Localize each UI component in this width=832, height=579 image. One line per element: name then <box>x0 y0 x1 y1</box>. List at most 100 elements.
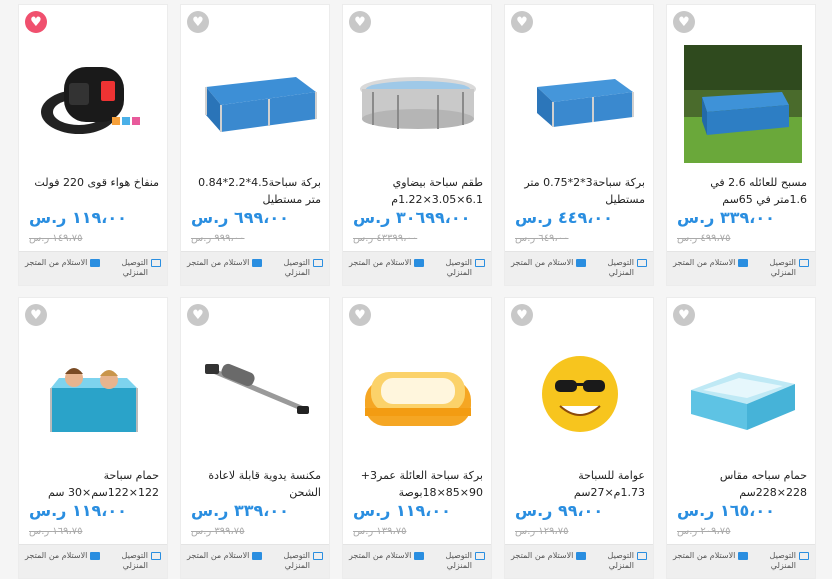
product-title[interactable]: عوامة للسباحة 1.73م×27سم <box>513 467 645 501</box>
product-price: ١٦٥،٠٠ ر.س <box>677 501 775 520</box>
product-image-oval-pool[interactable] <box>353 37 483 165</box>
pickup-option: الاستلام من المتجر <box>673 258 749 268</box>
truck-icon <box>313 259 323 267</box>
product-image-rect-pool[interactable] <box>515 37 645 165</box>
favorite-heart-icon[interactable]: ♥ <box>187 304 209 326</box>
product-price: ٦٩٩،٠٠ ر.س <box>191 208 289 227</box>
delivery-option: التوصيل المنزلي <box>589 551 647 571</box>
product-title[interactable]: طقم سباحة بيضاوي 6.1×3.05×1.22م <box>351 174 483 208</box>
pickup-label: الاستلام من المتجر <box>673 258 736 267</box>
favorite-heart-icon[interactable]: ♥ <box>673 11 695 33</box>
truck-icon <box>475 552 485 560</box>
delivery-label: التوصيل المنزلي <box>445 258 472 277</box>
delivery-label: التوصيل المنزلي <box>607 551 634 570</box>
product-old-price: ٦٤٩،٠٠ ر.س <box>515 233 569 244</box>
pickup-option: الاستلام من المتجر <box>511 258 587 268</box>
pickup-label: الاستلام من المتجر <box>187 551 250 560</box>
delivery-label: التوصيل المنزلي <box>769 551 796 570</box>
product-title[interactable]: مكنسة يدوية قابلة لاعادة الشحن <box>189 467 321 501</box>
product-old-price: ٣٩٩،٧٥ ر.س <box>191 526 245 537</box>
product-title[interactable]: بركة سباحة العائلة عمر3+ 90×85×18بوصة <box>351 467 483 501</box>
favorite-heart-icon[interactable]: ♥ <box>349 304 371 326</box>
delivery-label: التوصيل المنزلي <box>283 258 310 277</box>
product-image-air-pump[interactable] <box>29 37 159 165</box>
delivery-label: التوصيل المنزلي <box>121 551 148 570</box>
product-image-square-pool[interactable] <box>677 330 807 458</box>
pickup-label: الاستلام من المتجر <box>349 258 412 267</box>
product-card[interactable]: ♥ بركة سباحة3*2*0.75 متر مستطيل ٤٤٩،٠٠ ر… <box>504 4 654 286</box>
product-card[interactable]: ♥ بركة سباحة4.5*2.2*0.84 متر مستطيل ٦٩٩،… <box>180 4 330 286</box>
store-icon <box>90 259 101 267</box>
delivery-option: التوصيل المنزلي <box>103 258 161 278</box>
pickup-label: الاستلام من المتجر <box>511 258 574 267</box>
pickup-label: الاستلام من المتجر <box>187 258 250 267</box>
pickup-option: الاستلام من المتجر <box>187 258 263 268</box>
pickup-option: الاستلام من المتجر <box>511 551 587 561</box>
pickup-option: الاستلام من المتجر <box>673 551 749 561</box>
delivery-option: التوصيل المنزلي <box>103 551 161 571</box>
product-price: ٤٤٩،٠٠ ر.س <box>515 208 613 227</box>
favorite-heart-icon[interactable]: ♥ <box>25 304 47 326</box>
product-title[interactable]: حمام سباحة 122×122سم×30 سم الوان متنوعة <box>27 467 159 501</box>
product-card[interactable]: ♥ عوامة للسباحة 1.73م×27سم ٩٩،٠٠ ر.س ١٢٩… <box>504 297 654 579</box>
store-icon <box>252 552 263 560</box>
fulfillment-options: التوصيل المنزلي الاستلام من المتجر <box>343 544 491 578</box>
product-card[interactable]: ♥ حمام سباحة 122×122سم×30 سم الوان متنوع… <box>18 297 168 579</box>
product-title[interactable]: حمام سباحه مقاس 228×228سم <box>675 467 807 501</box>
truck-icon <box>151 552 161 560</box>
product-image-emoji-float[interactable] <box>515 330 645 458</box>
fulfillment-options: التوصيل المنزلي الاستلام من المتجر <box>505 544 653 578</box>
product-card[interactable]: ♥ مسبح للعائله 2.6 في 1.6متر في 65سم ٣٣٩… <box>666 4 816 286</box>
product-image-kids-pool[interactable] <box>29 330 159 458</box>
fulfillment-options: التوصيل المنزلي الاستلام من المتجر <box>505 251 653 285</box>
product-title[interactable]: مسبح للعائله 2.6 في 1.6متر في 65سم <box>675 174 807 208</box>
product-card[interactable]: ♥ طقم سباحة بيضاوي 6.1×3.05×1.22م ٣٠٦٩٩،… <box>342 4 492 286</box>
product-old-price: ٢٠٩،٧٥ ر.س <box>677 526 731 537</box>
product-image-rect-pool[interactable] <box>191 37 321 165</box>
store-icon <box>738 259 749 267</box>
favorite-heart-icon[interactable]: ♥ <box>511 11 533 33</box>
delivery-option: التوصيل المنزلي <box>265 258 323 278</box>
product-card[interactable]: ♥ حمام سباحه مقاس 228×228سم ١٦٥،٠٠ ر.س ٢… <box>666 297 816 579</box>
favorite-heart-icon[interactable]: ♥ <box>511 304 533 326</box>
store-icon <box>414 259 425 267</box>
pickup-option: الاستلام من المتجر <box>25 258 101 268</box>
truck-icon <box>475 259 485 267</box>
fulfillment-options: التوصيل المنزلي الاستلام من المتجر <box>667 544 815 578</box>
pickup-label: الاستلام من المتجر <box>25 551 88 560</box>
pickup-option: الاستلام من المتجر <box>25 551 101 561</box>
product-card[interactable]: ♥ بركة سباحة العائلة عمر3+ 90×85×18بوصة … <box>342 297 492 579</box>
truck-icon <box>637 259 647 267</box>
truck-icon <box>799 259 809 267</box>
delivery-label: التوصيل المنزلي <box>121 258 148 277</box>
favorite-heart-icon[interactable]: ♥ <box>187 11 209 33</box>
pickup-option: الاستلام من المتجر <box>187 551 263 561</box>
store-icon <box>576 259 587 267</box>
product-title[interactable]: منفاخ هواء قوى 220 فولت <box>27 174 159 208</box>
store-icon <box>576 552 587 560</box>
product-title[interactable]: بركة سباحة4.5*2.2*0.84 متر مستطيل <box>189 174 321 208</box>
product-image-family-pool[interactable] <box>353 330 483 458</box>
delivery-option: التوصيل المنزلي <box>751 551 809 571</box>
product-image-garden-pool[interactable] <box>677 37 807 165</box>
product-title[interactable]: بركة سباحة3*2*0.75 متر مستطيل <box>513 174 645 208</box>
product-price: ٩٩،٠٠ ر.س <box>515 501 604 520</box>
product-price: ٣٠٦٩٩،٠٠ ر.س <box>353 208 471 227</box>
pickup-option: الاستلام من المتجر <box>349 258 425 268</box>
delivery-option: التوصيل المنزلي <box>427 258 485 278</box>
product-image-pool-vacuum[interactable] <box>191 330 321 458</box>
product-old-price: ٩٩٩،٠٠ ر.س <box>191 233 245 244</box>
pickup-option: الاستلام من المتجر <box>349 551 425 561</box>
favorite-heart-icon[interactable]: ♥ <box>25 11 47 33</box>
product-card[interactable]: ♥ مكنسة يدوية قابلة لاعادة الشحن ٣٣٩،٠٠ … <box>180 297 330 579</box>
truck-icon <box>151 259 161 267</box>
store-icon <box>90 552 101 560</box>
truck-icon <box>637 552 647 560</box>
store-icon <box>738 552 749 560</box>
favorite-heart-icon[interactable]: ♥ <box>349 11 371 33</box>
fulfillment-options: التوصيل المنزلي الاستلام من المتجر <box>343 251 491 285</box>
favorite-heart-icon[interactable]: ♥ <box>673 304 695 326</box>
product-card[interactable]: ♥ منفاخ هواء قوى 220 فولت ١١٩،٠٠ ر.س ١٤٩… <box>18 4 168 286</box>
delivery-option: التوصيل المنزلي <box>265 551 323 571</box>
store-icon <box>252 259 263 267</box>
